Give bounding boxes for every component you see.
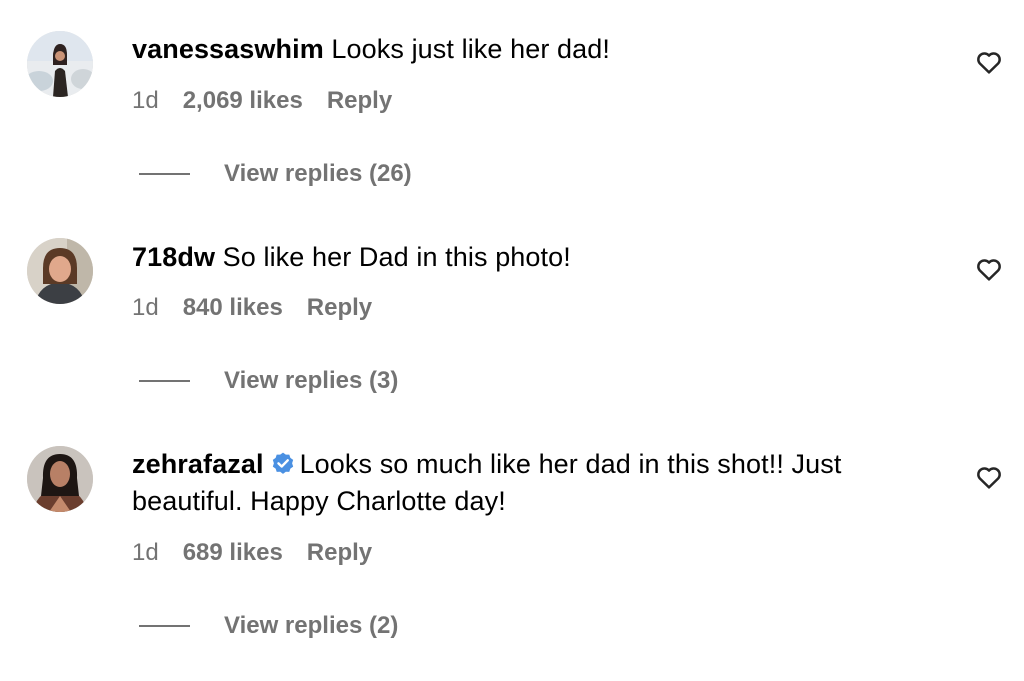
comments-list: vanessaswhim Looks just like her dad! 1d… [0,0,1024,681]
reply-button[interactable]: Reply [327,87,392,114]
comment-username[interactable]: vanessaswhim [132,34,324,64]
comment-age: 1d [132,87,159,114]
replies-divider-line [139,380,190,382]
comment-likes[interactable]: 2,069 likes [183,87,303,114]
avatar[interactable] [27,446,93,512]
comment-body: So like her Dad in this photo! [222,242,571,272]
view-replies-button[interactable]: View replies (3) [139,366,398,396]
comment-likes[interactable]: 840 likes [183,294,283,321]
verified-badge-icon [272,452,293,474]
avatar[interactable] [27,238,93,304]
comment-meta: 1d 2,069 likes Reply [132,86,392,116]
comment-meta: 1d 840 likes Reply [132,293,372,323]
comment-body: Looks just like her dad! [331,34,610,64]
view-replies-label: View replies (2) [224,612,399,639]
comment-age: 1d [132,539,159,566]
comment-text: zehrafazal Looks so much like her dad in … [132,446,932,520]
comment-likes[interactable]: 689 likes [183,539,283,566]
view-replies-button[interactable]: View replies (2) [139,611,398,641]
heart-outline-icon[interactable] [974,47,1004,77]
comment-body-line-2: beautiful. Happy Charlotte day! [132,486,506,516]
comment-text: 718dw So like her Dad in this photo! [132,239,932,276]
avatar[interactable] [27,31,93,97]
comment-username[interactable]: zehrafazal [132,449,264,479]
reply-button[interactable]: Reply [307,294,372,321]
replies-divider-line [139,173,190,175]
view-replies-button[interactable]: View replies (26) [139,159,412,189]
comment-age: 1d [132,294,159,321]
reply-button[interactable]: Reply [307,539,372,566]
view-replies-label: View replies (3) [224,367,399,394]
comment-meta: 1d 689 likes Reply [132,538,372,568]
comment-username[interactable]: 718dw [132,242,215,272]
replies-divider-line [139,625,190,627]
comment-body: Looks so much like her dad in this shot!… [299,449,842,479]
heart-outline-icon[interactable] [974,254,1004,284]
comment-text: vanessaswhim Looks just like her dad! [132,31,932,68]
heart-outline-icon[interactable] [974,462,1004,492]
view-replies-label: View replies (26) [224,160,412,187]
